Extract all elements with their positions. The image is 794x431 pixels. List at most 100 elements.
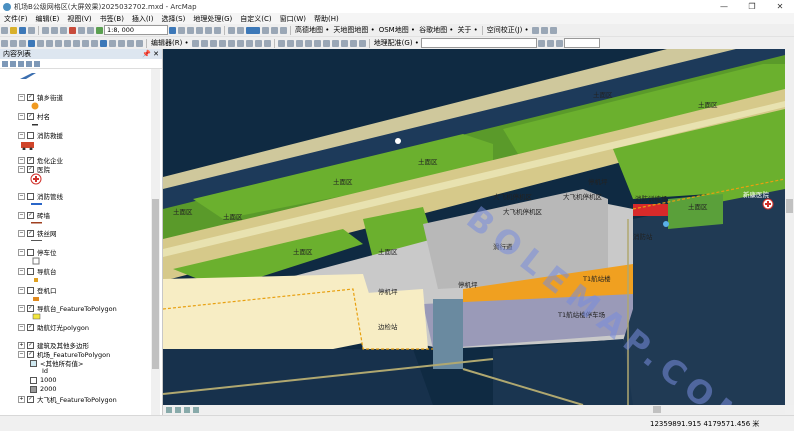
zoom-out-icon[interactable] [10, 39, 17, 47]
back-icon[interactable] [55, 39, 62, 47]
full-extent-icon[interactable] [28, 39, 35, 47]
fixed-zoom-in-icon[interactable] [37, 39, 44, 47]
fixed-zoom-out-icon[interactable] [46, 39, 53, 47]
redo-icon[interactable] [87, 26, 94, 34]
options-icon[interactable] [34, 60, 40, 67]
menu-edit[interactable]: 编辑(E) [32, 14, 64, 24]
save-icon[interactable] [19, 26, 26, 34]
edit-vertex-icon[interactable] [540, 26, 548, 34]
delete-icon[interactable] [69, 26, 76, 34]
menu-view[interactable]: 视图(V) [63, 14, 95, 24]
new-icon[interactable] [1, 26, 8, 34]
color-swatch-icon[interactable] [246, 26, 260, 34]
find-icon[interactable] [109, 39, 116, 47]
editor-toolbar-icon[interactable] [169, 26, 176, 34]
basemap-google[interactable]: 谷歌地图 • [417, 25, 455, 35]
about-menu[interactable]: 关于 • [455, 25, 479, 35]
toc-scrollbar[interactable] [151, 69, 160, 415]
list-by-selection-icon[interactable] [26, 60, 32, 67]
layer-row[interactable]: − ✓ 镇乡街道 [18, 92, 63, 102]
clear-selection-icon[interactable] [82, 39, 89, 47]
georef-layer-combo[interactable] [420, 38, 537, 48]
text-icon[interactable] [271, 26, 278, 34]
end-point-icon[interactable] [218, 39, 226, 47]
layer-row[interactable]: − ✓ 村名 [18, 111, 50, 121]
layout-view-icon[interactable] [175, 406, 181, 413]
layer-row[interactable]: − ✓ 助航灯光polygon [18, 322, 89, 332]
clip-icon[interactable] [340, 39, 348, 47]
layer-row[interactable]: − 停车位 [18, 247, 57, 257]
symbol-icon[interactable] [280, 26, 287, 34]
draw-icon[interactable] [262, 26, 269, 34]
maximize-button[interactable]: ❐ [738, 0, 766, 13]
editor-menu[interactable]: 编辑器(R) • [149, 38, 191, 48]
layer-row[interactable]: − 消防管线 [18, 191, 63, 201]
open-icon[interactable] [10, 26, 17, 34]
add-control-point-icon[interactable] [546, 39, 554, 47]
select-features-icon[interactable] [73, 39, 80, 47]
layout-icon[interactable] [228, 26, 235, 34]
refresh-icon[interactable] [184, 406, 190, 413]
menu-help[interactable]: 帮助(H) [310, 14, 343, 24]
georeferencing-menu[interactable]: 地理配准(G) • [372, 38, 421, 48]
html-popup-icon[interactable] [136, 39, 143, 47]
cut-icon[interactable] [42, 26, 49, 34]
reshape-icon[interactable] [295, 39, 303, 47]
pan-icon[interactable] [19, 39, 26, 47]
rotate-icon[interactable] [245, 39, 253, 47]
spatial-adjustment-menu[interactable]: 空间校正(J) • [485, 25, 531, 35]
merge-icon[interactable] [313, 39, 321, 47]
attributes-icon[interactable] [254, 39, 262, 47]
undo-icon[interactable] [78, 26, 85, 34]
generalize-icon[interactable] [358, 39, 366, 47]
map-vertical-scrollbar[interactable] [785, 49, 794, 405]
menu-windows[interactable]: 窗口(W) [276, 14, 310, 24]
forward-icon[interactable] [64, 39, 71, 47]
python-icon[interactable] [214, 26, 221, 34]
layer-row[interactable]: − ✓ 砖墙 [18, 210, 50, 220]
view-link-table-icon[interactable] [555, 39, 563, 47]
copy-icon[interactable] [51, 26, 58, 34]
layer-row[interactable]: − ✓ 导航台_FeatureToPolygon [18, 303, 117, 313]
close-toc-icon[interactable]: ✕ [153, 50, 159, 58]
toolbox-icon[interactable] [205, 26, 212, 34]
basemap-osm[interactable]: OSM地图 • [377, 25, 417, 35]
paste-icon[interactable] [60, 26, 67, 34]
search-icon[interactable] [196, 26, 203, 34]
arrow-tool-icon[interactable] [277, 39, 285, 47]
layer-row[interactable]: + ✓ 大飞机_FeatureToPolygon [18, 394, 117, 404]
list-by-source-icon[interactable] [10, 60, 16, 67]
straight-segment-icon[interactable] [209, 39, 217, 47]
snap-icon[interactable] [549, 26, 557, 34]
map-view[interactable]: 土面区 土面区 土面区 土面区 土面区 土面区 土面区 土面区 土面区 停机坪 … [163, 49, 785, 405]
fit-display-icon[interactable] [537, 39, 545, 47]
node-tool-icon[interactable] [286, 39, 294, 47]
hyperlink-icon[interactable] [127, 39, 134, 47]
list-by-drawing-order-icon[interactable] [2, 60, 8, 67]
layer-row[interactable]: − ✓ 铁丝网 [18, 228, 57, 238]
select-arrow-icon[interactable] [531, 26, 539, 34]
menu-file[interactable]: 文件(F) [0, 14, 32, 24]
sketch-properties-icon[interactable] [263, 39, 271, 47]
layer-row[interactable]: − 登机口 [18, 285, 57, 295]
pointer-icon[interactable] [91, 39, 98, 47]
buffer-icon[interactable] [322, 39, 330, 47]
identify-icon[interactable] [100, 39, 107, 47]
menu-customize[interactable]: 自定义(C) [236, 14, 275, 24]
layer-row[interactable]: − 导航台 [18, 266, 57, 276]
pause-draw-icon[interactable] [193, 406, 199, 413]
minimize-button[interactable]: — [710, 0, 738, 13]
add-data-icon[interactable] [96, 26, 103, 34]
list-by-visibility-icon[interactable] [18, 60, 24, 67]
intersect-icon[interactable] [349, 39, 357, 47]
menu-insert[interactable]: 插入(I) [128, 14, 158, 24]
table-icon[interactable] [178, 26, 185, 34]
scale-combo[interactable]: 1:8, 000 [104, 25, 168, 35]
sketch-icon[interactable] [200, 39, 208, 47]
union-icon[interactable] [331, 39, 339, 47]
zoom-in-icon[interactable] [1, 39, 8, 47]
menu-bookmarks[interactable]: 书签(B) [96, 14, 128, 24]
layer-row[interactable]: − 消防救援 [18, 130, 63, 140]
measure-icon[interactable] [118, 39, 125, 47]
map-horizontal-scrollbar[interactable] [163, 405, 785, 414]
